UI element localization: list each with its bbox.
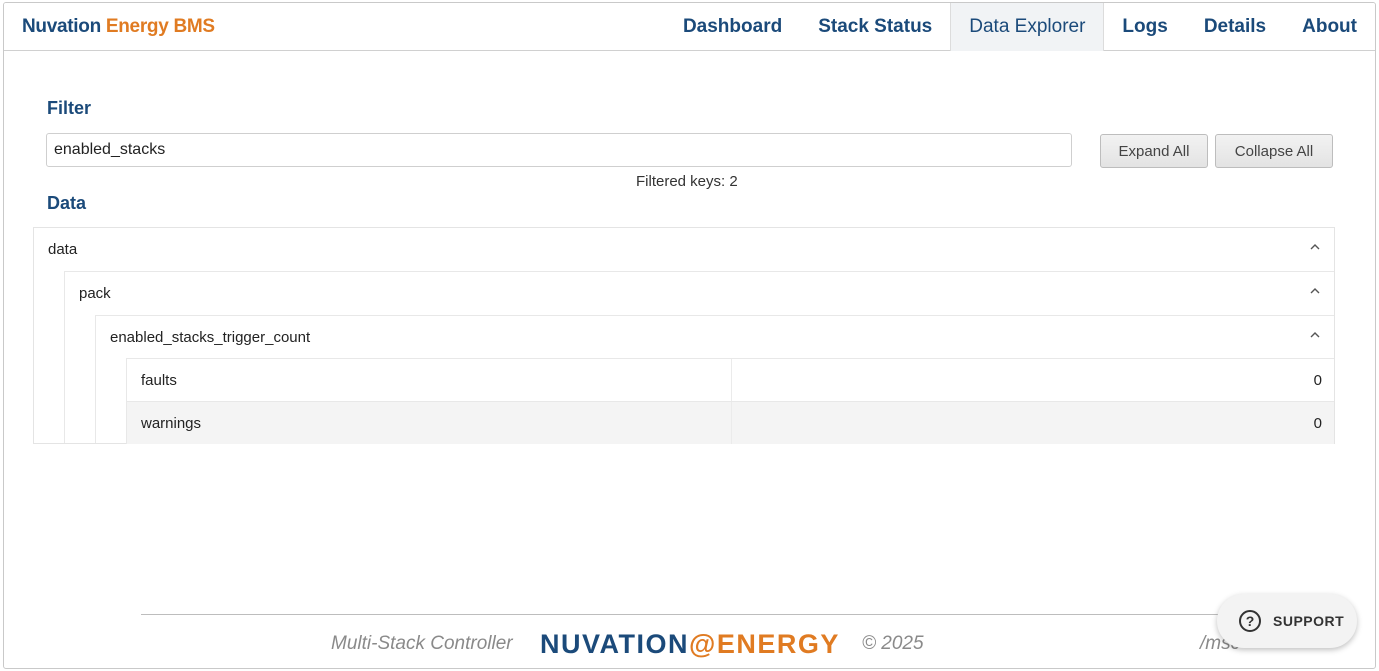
tree-node-label: enabled_stacks_trigger_count <box>110 328 311 346</box>
logo-circle-icon: @ <box>689 629 717 659</box>
nav-data-explorer[interactable]: Data Explorer <box>950 3 1105 51</box>
brand-logo[interactable]: Nuvation Energy BMS <box>22 16 215 38</box>
leaf-key: warnings <box>141 414 202 432</box>
support-button[interactable]: ? SUPPORT <box>1217 594 1357 648</box>
leaf-key: faults <box>141 371 177 389</box>
app-window: Nuvation Energy BMS Dashboard Stack Stat… <box>3 2 1376 669</box>
column-divider <box>731 359 732 401</box>
data-heading: Data <box>47 193 87 213</box>
brand-name-part1: Nuvation <box>22 16 101 37</box>
collapse-all-button[interactable]: Collapse All <box>1215 134 1333 168</box>
nav-details[interactable]: Details <box>1186 3 1284 51</box>
support-label: SUPPORT <box>1273 613 1345 629</box>
filter-input[interactable] <box>46 133 1072 167</box>
nav-dashboard[interactable]: Dashboard <box>665 3 800 51</box>
nav-stack-status[interactable]: Stack Status <box>800 3 950 51</box>
expand-all-button[interactable]: Expand All <box>1100 134 1208 168</box>
tree-leaf-warnings: warnings 0 <box>126 401 1334 444</box>
footer-company-logo: NUVATION@ENERGY <box>540 629 840 660</box>
filtered-keys-count: Filtered keys: 2 <box>636 173 738 190</box>
tree-leaf-faults: faults 0 <box>126 358 1334 401</box>
leaf-value: 0 <box>1313 372 1322 389</box>
tree-node-enabled-stacks-trigger-count[interactable]: enabled_stacks_trigger_count <box>95 315 1334 358</box>
logo-text-part1: NUVATION <box>540 629 689 659</box>
chevron-up-icon[interactable] <box>1310 286 1320 296</box>
chevron-up-icon[interactable] <box>1310 242 1320 252</box>
question-circle-icon: ? <box>1239 610 1261 632</box>
column-divider <box>731 402 732 444</box>
logo-text-part2: ENERGY <box>716 629 840 659</box>
chevron-up-icon[interactable] <box>1310 330 1320 340</box>
footer-product-name: Multi-Stack Controller <box>331 633 513 654</box>
tree-node-data[interactable]: data <box>34 228 1334 271</box>
top-navbar: Nuvation Energy BMS Dashboard Stack Stat… <box>4 3 1375 51</box>
filter-heading: Filter <box>47 98 92 118</box>
tree-node-label: data <box>48 241 78 258</box>
tree-node-pack[interactable]: pack <box>64 271 1334 314</box>
tree-node-label: pack <box>79 284 111 302</box>
footer-copyright: © 2025 <box>862 633 924 654</box>
leaf-value: 0 <box>1313 415 1322 432</box>
nav-about[interactable]: About <box>1284 3 1375 51</box>
nav-menu: Dashboard Stack Status Data Explorer Log… <box>665 3 1375 51</box>
footer-divider <box>141 614 1241 615</box>
nav-logs[interactable]: Logs <box>1104 3 1185 51</box>
brand-name-part2: Energy BMS <box>105 16 215 37</box>
data-tree: data pack enabled_stacks_trigger_count f… <box>33 227 1335 444</box>
